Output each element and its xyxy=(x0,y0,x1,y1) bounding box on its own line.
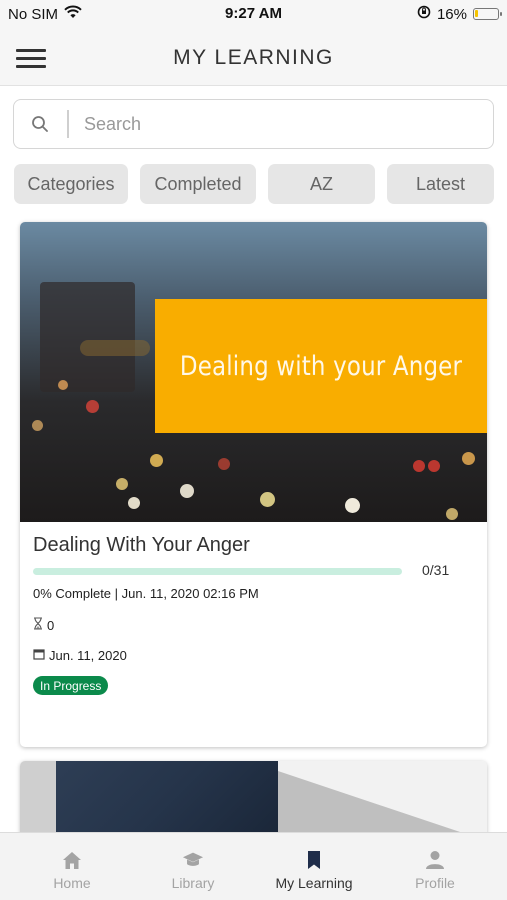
page-title: MY LEARNING xyxy=(173,46,334,69)
course-date-value: Jun. 11, 2020 xyxy=(49,648,127,663)
search-bar[interactable] xyxy=(13,99,494,149)
nav-home[interactable]: Home xyxy=(12,833,132,900)
filter-completed-button[interactable]: Completed xyxy=(140,164,256,204)
battery-percent: 16% xyxy=(436,5,467,23)
nav-my-learning[interactable]: My Learning xyxy=(254,833,374,900)
course-thumbnail-2[interactable] xyxy=(56,761,278,841)
home-icon xyxy=(61,849,83,871)
app-header: MY LEARNING xyxy=(0,30,507,86)
nav-profile-label: Profile xyxy=(415,875,455,891)
filter-az-button[interactable]: AZ xyxy=(268,164,375,204)
hourglass-icon xyxy=(33,617,43,633)
course-duration-value: 0 xyxy=(47,617,55,633)
battery-level xyxy=(475,10,478,17)
filter-categories-button[interactable]: Categories xyxy=(14,164,128,204)
status-right: 16% xyxy=(417,5,502,23)
bookmark-icon xyxy=(303,849,325,871)
course-completion-text: 0% Complete | Jun. 11, 2020 02:16 PM xyxy=(33,586,259,601)
rotation-lock-icon xyxy=(417,5,431,23)
nav-home-label: Home xyxy=(53,875,91,891)
nav-library[interactable]: Library xyxy=(133,833,253,900)
filter-row: Categories Completed AZ Latest xyxy=(14,164,494,204)
course-banner-text: Dealing with your Anger xyxy=(179,350,463,382)
course-banner: Dealing with your Anger xyxy=(155,299,487,433)
course-progress-bar xyxy=(33,568,402,575)
search-icon xyxy=(31,115,49,133)
course-title[interactable]: Dealing With Your Anger xyxy=(33,534,250,557)
filter-latest-button[interactable]: Latest xyxy=(387,164,494,204)
nav-my-learning-label: My Learning xyxy=(275,875,353,891)
course-thumbnail[interactable]: Dealing with your Anger xyxy=(20,222,487,522)
status-bar: No SIM 9:27 AM 16% xyxy=(0,0,507,30)
battery-icon xyxy=(473,8,502,20)
calendar-icon xyxy=(33,648,45,663)
course-date: Jun. 11, 2020 xyxy=(33,648,127,663)
nav-profile[interactable]: Profile xyxy=(375,833,495,900)
course-progress-count: 0/31 xyxy=(422,562,450,578)
course-card-2[interactable] xyxy=(20,761,487,841)
search-input[interactable] xyxy=(84,108,479,140)
person-icon xyxy=(424,849,446,871)
course-duration: 0 xyxy=(33,617,54,633)
search-divider xyxy=(67,110,69,138)
course-card[interactable]: Dealing with your Anger Dealing With You… xyxy=(20,222,487,747)
bottom-nav: Home Library My Learning Profile xyxy=(0,832,507,900)
graduation-cap-icon xyxy=(182,849,204,871)
status-badge: In Progress xyxy=(33,676,109,695)
nav-library-label: Library xyxy=(171,875,215,891)
